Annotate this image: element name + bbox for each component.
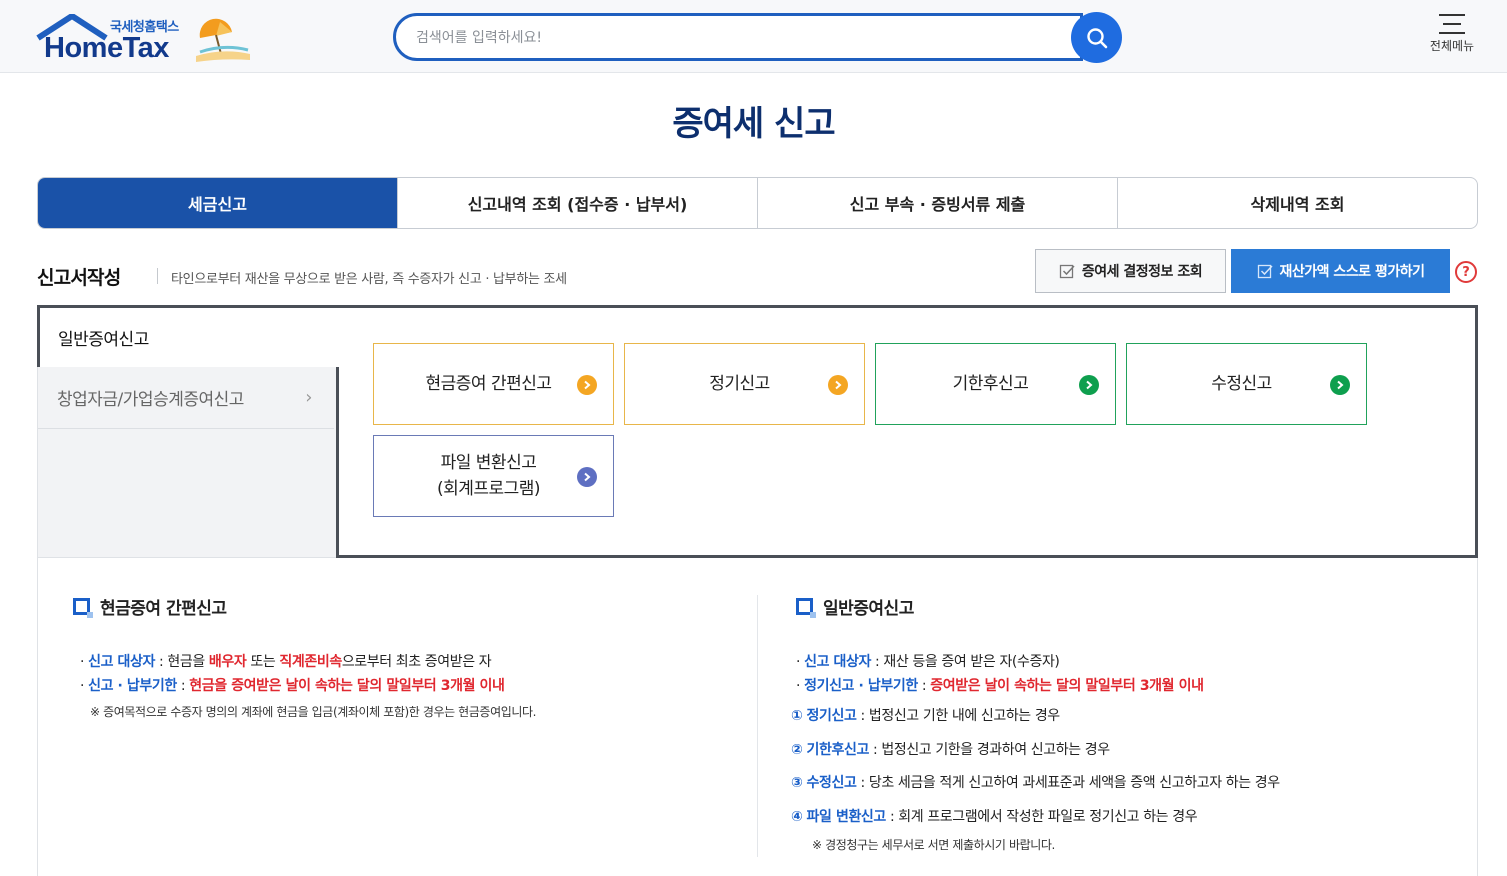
info-item-late: ② 기한후신고 : 법정신고 기한을 경과하여 신고하는 경우 (791, 742, 1110, 758)
help-icon[interactable]: ? (1455, 261, 1477, 283)
info-head-cash-gift: 현금증여 간편신고 (73, 594, 227, 619)
header: 국세청홈택스 HomeTax 전체메뉴 (0, 0, 1507, 73)
check-icon (1257, 264, 1273, 279)
info-note-cash: ※ 증여목적으로 수증자 명의의 계좌에 현금을 입금(계좌이체 포함)한 경우… (90, 705, 537, 719)
card-label: 기한후신고 (952, 374, 1029, 394)
info-line-deadline: · 신고 · 납부기한 : 현금을 증여받은 날이 속하는 달의 말일부터 3개… (80, 678, 505, 694)
arrow-right-icon (1330, 375, 1350, 395)
card-label: 현금증여 간편신고 (425, 374, 552, 394)
search-button[interactable] (1071, 12, 1122, 63)
file-conversion-card[interactable]: 파일 변환신고 (회계프로그램) (373, 435, 614, 517)
arrow-right-icon (828, 375, 848, 395)
left-menu-item-label: 창업자금/가업승계증여신고 (57, 390, 244, 410)
info-item-file-conversion: ④ 파일 변환신고 : 회계 프로그램에서 작성한 파일로 정기신고 하는 경우 (791, 809, 1198, 825)
full-menu-label: 전체메뉴 (1429, 39, 1475, 53)
umbrella-icon (196, 18, 250, 62)
search-icon (1086, 27, 1107, 48)
chevron-right-icon: › (305, 387, 312, 408)
search-box (393, 13, 1083, 61)
info-line-deadline: · 정기신고 · 납부기한 : 증여받은 날이 속하는 달의 말일부터 3개월 … (796, 678, 1204, 694)
info-head-title: 일반증여신고 (823, 599, 914, 619)
left-menu-item-general-gift[interactable]: 일반증여신고 (37, 305, 339, 367)
section-description: 타인으로부터 재산을 무상으로 받은 사람, 즉 수증자가 신고 · 납부하는 … (171, 272, 567, 287)
property-self-eval-button[interactable]: 재산가액 스스로 평가하기 (1231, 249, 1450, 293)
property-self-eval-label: 재산가액 스스로 평가하기 (1279, 264, 1425, 280)
arrow-right-icon (1079, 375, 1099, 395)
card-label: 정기신고 (709, 374, 770, 394)
amended-filing-card[interactable]: 수정신고 (1126, 343, 1367, 425)
checkbox-square-icon (796, 598, 816, 618)
info-item-regular: ① 정기신고 : 법정신고 기한 내에 신고하는 경우 (791, 708, 1060, 724)
left-menu-item-startup-succession[interactable]: 창업자금/가업승계증여신고 › (38, 367, 334, 429)
card-label-line1: 파일 변환신고 (440, 453, 537, 473)
section-divider (157, 268, 158, 284)
tab-attachments-submit[interactable]: 신고 부속 · 증빙서류 제출 (757, 178, 1117, 228)
info-head-title: 현금증여 간편신고 (100, 599, 227, 619)
tab-tax-filing[interactable]: 세금신고 (38, 178, 397, 228)
info-head-general-gift: 일반증여신고 (796, 594, 914, 619)
info-item-amended: ③ 수정신고 : 당초 세금을 적게 신고하여 과세표준과 세액을 증액 신고하… (791, 775, 1280, 791)
checkbox-square-icon (73, 598, 93, 618)
late-filing-card[interactable]: 기한후신고 (875, 343, 1116, 425)
main-tabs: 세금신고 신고내역 조회 (접수증 · 납부서) 신고 부속 · 증빙서류 제출… (37, 177, 1478, 229)
info-divider (757, 595, 758, 857)
arrow-right-icon (577, 375, 597, 395)
arrow-right-icon (577, 467, 597, 487)
decision-info-label: 증여세 결정정보 조회 (1081, 264, 1203, 280)
info-note-correction: ※ 경정청구는 세무서로 서면 제출하시기 바랍니다. (812, 838, 1055, 852)
cash-gift-simple-card[interactable]: 현금증여 간편신고 (373, 343, 614, 425)
regular-filing-card[interactable]: 정기신고 (624, 343, 865, 425)
decision-info-button[interactable]: 증여세 결정정보 조회 (1035, 249, 1226, 293)
hometax-logo[interactable]: 국세청홈택스 HomeTax (36, 12, 251, 64)
check-icon (1059, 264, 1075, 279)
card-label-line2: (회계프로그램) (436, 479, 541, 499)
info-line-target: · 신고 대상자 : 현금을 배우자 또는 직계존비속으로부터 최초 증여받은 … (80, 654, 492, 670)
tab-filing-history[interactable]: 신고내역 조회 (접수증 · 납부서) (397, 178, 757, 228)
info-line-target: · 신고 대상자 : 재산 등을 증여 받은 자(수증자) (796, 654, 1060, 670)
hamburger-icon (1439, 14, 1465, 34)
logo-main-text: HomeTax (44, 32, 169, 64)
section-title: 신고서작성 (37, 267, 121, 289)
search-input[interactable] (416, 25, 1056, 51)
tab-deletion-history[interactable]: 삭제내역 조회 (1117, 178, 1477, 228)
page-title: 증여세 신고 (672, 104, 835, 144)
card-label: 파일 변환신고 (회계프로그램) (436, 450, 541, 502)
card-label: 수정신고 (1211, 374, 1272, 394)
full-menu-button[interactable]: 전체메뉴 (1420, 12, 1484, 64)
